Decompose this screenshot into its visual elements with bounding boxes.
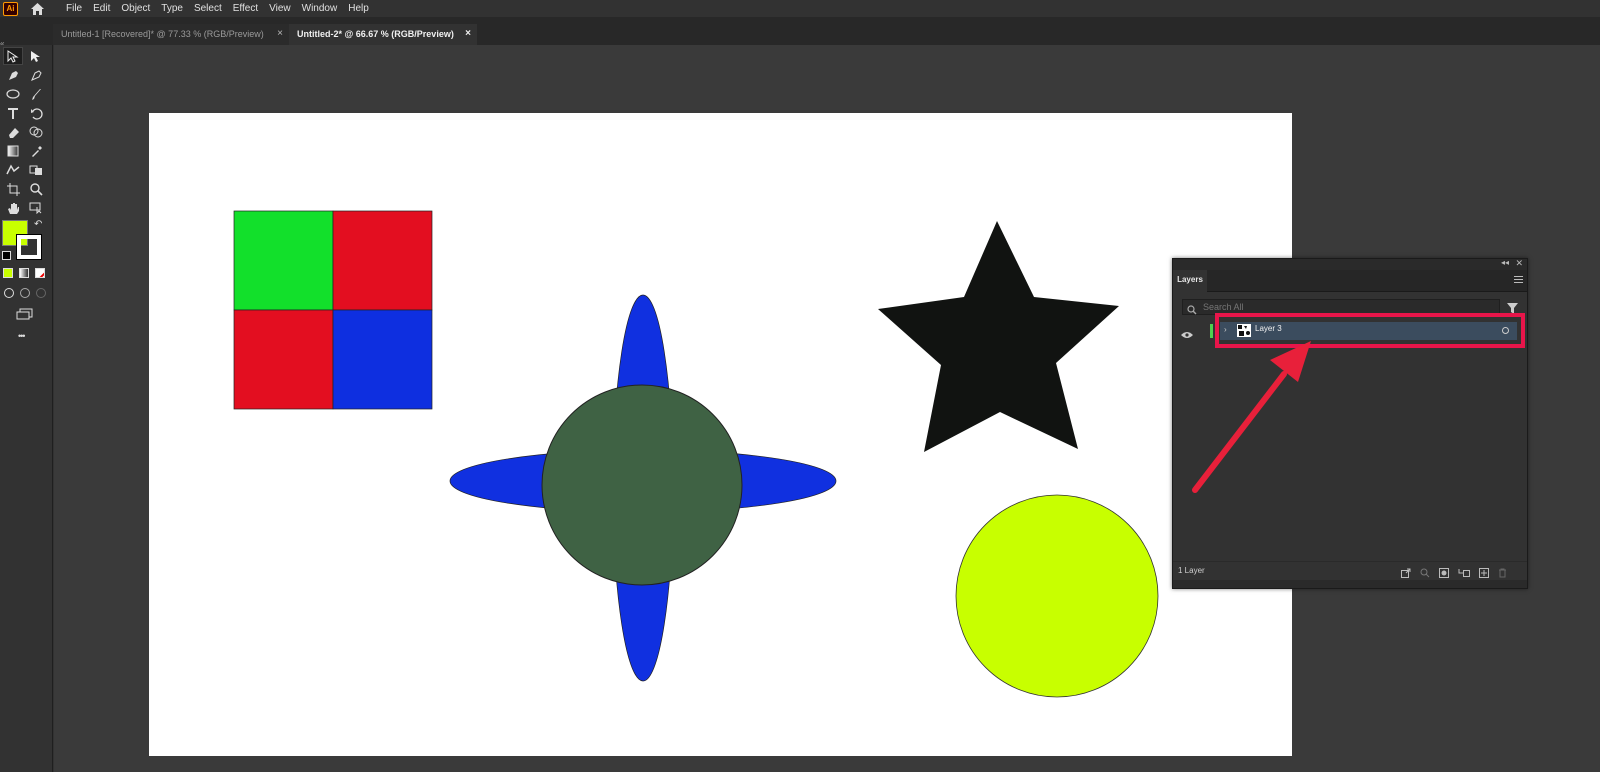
menu-bar: Ai File Edit Object Type Select Effect V…: [0, 0, 1600, 17]
panel-scrollbar[interactable]: [1173, 580, 1527, 588]
puppet-warp-tool-icon[interactable]: [3, 161, 23, 179]
black-star[interactable]: [878, 221, 1119, 452]
none-mode-icon[interactable]: [35, 268, 45, 278]
collapse-panel-icon[interactable]: ◂◂: [1501, 258, 1509, 267]
tools-panel: ↶ •••: [0, 45, 53, 772]
artboard[interactable]: [149, 113, 1292, 756]
more-tools-icon[interactable]: •••: [18, 331, 26, 341]
document-tab-bar: « Untitled-1 [Recovered]* @ 77.33 % (RGB…: [0, 17, 1600, 48]
close-tab-icon[interactable]: ×: [277, 24, 283, 44]
menu-help[interactable]: Help: [348, 1, 369, 17]
yellow-circle[interactable]: [955, 494, 1159, 698]
tab-untitled-1[interactable]: Untitled-1 [Recovered]* @ 77.33 % (RGB/P…: [53, 24, 289, 45]
artboard-tool-icon[interactable]: [3, 180, 23, 198]
ellipse-tool-icon[interactable]: [3, 85, 23, 103]
center-green-circle[interactable]: [541, 384, 743, 586]
direct-selection-tool-icon[interactable]: [26, 47, 46, 65]
type-tool-icon[interactable]: [3, 104, 23, 122]
layer-count: 1 Layer: [1178, 566, 1205, 575]
close-panel-icon[interactable]: ✕: [1515, 258, 1523, 269]
menu-view[interactable]: View: [269, 1, 291, 17]
tab-label: Untitled-2* @ 66.67 % (RGB/Preview): [297, 29, 454, 39]
menu-select[interactable]: Select: [194, 1, 222, 17]
pen-tool-icon[interactable]: [3, 66, 23, 84]
grid-cell-red-top[interactable]: [332, 210, 433, 311]
symbol-sprayer-tool-icon[interactable]: [26, 161, 46, 179]
menu-effect[interactable]: Effect: [233, 1, 258, 17]
grid-cell-red-bottom[interactable]: [233, 309, 334, 410]
gradient-tool-icon[interactable]: [3, 142, 23, 160]
menu-window[interactable]: Window: [302, 1, 338, 17]
selection-tool-icon[interactable]: [3, 47, 23, 65]
search-input[interactable]: [1203, 301, 1493, 313]
swap-fill-stroke-icon[interactable]: ↶: [34, 219, 42, 230]
home-icon[interactable]: [28, 1, 46, 17]
menu-edit[interactable]: Edit: [93, 1, 110, 17]
menu-file[interactable]: File: [66, 1, 82, 17]
color-grid-square[interactable]: [233, 210, 433, 410]
illustrator-logo: Ai: [3, 1, 18, 16]
default-fill-stroke-icon[interactable]: [2, 251, 11, 260]
draw-behind-icon[interactable]: [20, 288, 30, 298]
visibility-eye-icon[interactable]: [1181, 326, 1193, 344]
gradient-mode-icon[interactable]: [19, 268, 29, 278]
screen-mode-icon[interactable]: [16, 307, 34, 325]
layer-color-indicator: [1210, 324, 1213, 338]
hand-tool-icon[interactable]: [3, 199, 23, 217]
draw-inside-icon[interactable]: [36, 288, 46, 298]
draw-normal-icon[interactable]: [4, 288, 14, 298]
panel-tab-strip: Layers: [1173, 270, 1527, 292]
layers-panel: ◂◂ ✕ Layers › Layer 3 1 Layer: [1172, 258, 1528, 589]
menu-object[interactable]: Object: [121, 1, 150, 17]
rotate-tool-icon[interactable]: [26, 104, 46, 122]
shape-builder-tool-icon[interactable]: [26, 123, 46, 141]
eraser-tool-icon[interactable]: [3, 123, 23, 141]
grid-cell-blue[interactable]: [332, 309, 433, 410]
tab-untitled-2[interactable]: Untitled-2* @ 66.67 % (RGB/Preview) ×: [289, 24, 477, 45]
annotation-highlight-box: [1215, 313, 1525, 348]
tab-layers[interactable]: Layers: [1173, 270, 1207, 292]
panel-menu-icon[interactable]: [1514, 276, 1523, 285]
close-tab-icon[interactable]: ×: [465, 24, 471, 44]
search-icon: [1187, 302, 1197, 320]
artwork: [233, 210, 1159, 698]
layers-panel-footer: 1 Layer: [1173, 561, 1527, 579]
edit-toolbar-icon[interactable]: [26, 199, 46, 217]
color-mode-icon[interactable]: [3, 268, 13, 278]
menu-type[interactable]: Type: [161, 1, 183, 17]
zoom-tool-icon[interactable]: [26, 180, 46, 198]
panel-title-bar[interactable]: ◂◂ ✕: [1173, 258, 1527, 270]
eyedropper-tool-icon[interactable]: [26, 142, 46, 160]
grid-cell-green[interactable]: [233, 210, 334, 311]
stroke-swatch[interactable]: [16, 234, 42, 260]
tab-label: Untitled-1 [Recovered]* @ 77.33 % (RGB/P…: [61, 29, 264, 39]
curvature-tool-icon[interactable]: [26, 66, 46, 84]
paintbrush-tool-icon[interactable]: [26, 85, 46, 103]
